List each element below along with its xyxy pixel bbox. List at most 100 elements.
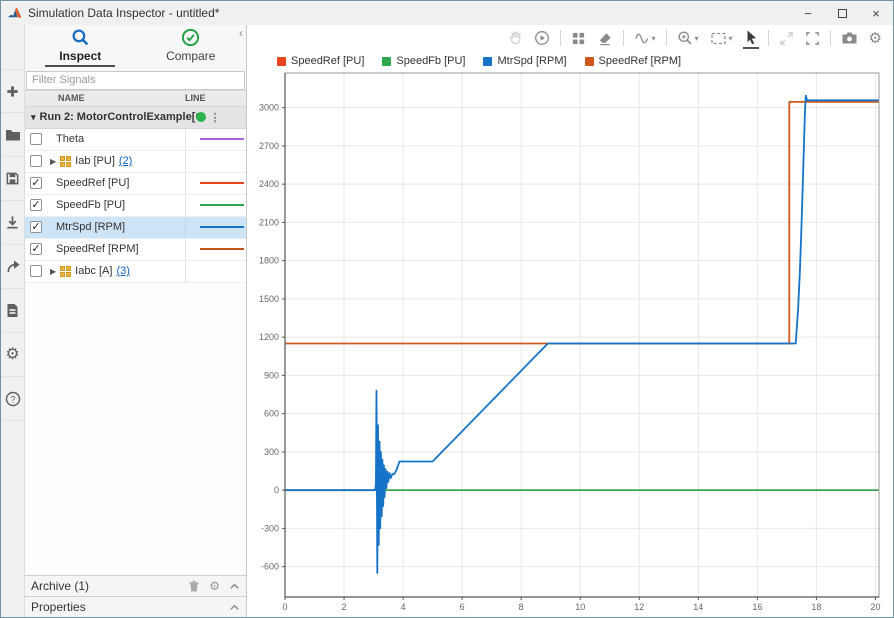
signal-row[interactable]: ✓SpeedFb [PU] <box>25 195 246 217</box>
fit-to-view-button[interactable]: ▾ <box>709 27 734 49</box>
chart-area: -600-30003006009001200150018002100240027… <box>247 71 893 618</box>
run-header-row[interactable]: ▾ Run 2: MotorControlExample[Current ⋮ <box>25 107 246 129</box>
line-style-swatch[interactable] <box>200 182 244 184</box>
y-tick-label: 900 <box>264 370 279 380</box>
signal-options-button[interactable]: ▾ <box>633 27 657 49</box>
filter-signals-input[interactable] <box>26 71 245 90</box>
zoom-tool-button[interactable]: ▾ <box>676 27 700 49</box>
signal-checkbox[interactable] <box>30 133 42 145</box>
camera-icon <box>841 31 858 45</box>
signal-checkbox[interactable] <box>30 265 42 277</box>
table-header: NAME LINE <box>25 90 246 107</box>
line-style-swatch[interactable] <box>200 204 244 206</box>
fullscreen-brackets-icon <box>805 31 820 46</box>
help-button[interactable]: ? <box>1 377 24 421</box>
legend-swatch <box>585 57 594 66</box>
clear-button[interactable] <box>596 27 614 49</box>
expand-arrow-icon[interactable]: ▶ <box>50 267 56 276</box>
properties-chevron-up-icon[interactable] <box>229 603 240 611</box>
signal-checkbox[interactable]: ✓ <box>30 243 42 255</box>
legend-item[interactable]: SpeedFb [PU] <box>382 55 465 67</box>
signal-row[interactable]: ▶Iabc [A](3) <box>25 261 246 283</box>
add-button[interactable] <box>1 69 24 113</box>
play-circle-icon <box>534 30 550 46</box>
x-tick-label: 16 <box>752 602 762 612</box>
open-button[interactable] <box>1 113 24 157</box>
run-status-dot <box>196 112 206 122</box>
legend-label: SpeedRef [PU] <box>291 55 364 67</box>
save-icon <box>5 171 20 186</box>
hand-icon <box>508 30 523 46</box>
signal-checkbox[interactable]: ✓ <box>30 177 42 189</box>
maximize-button[interactable] <box>825 1 859 25</box>
x-tick-label: 8 <box>519 602 524 612</box>
trash-icon[interactable] <box>188 580 200 593</box>
preferences-button[interactable]: ⚙ <box>1 333 24 377</box>
plot-canvas[interactable]: -600-30003006009001200150018002100240027… <box>247 71 891 617</box>
y-tick-label: -300 <box>261 523 279 533</box>
signal-checkbox[interactable] <box>30 155 42 167</box>
signal-row[interactable]: ✓MtrSpd [RPM] <box>25 217 246 239</box>
legend-swatch <box>382 57 391 66</box>
zoom-magnifier-icon <box>677 30 693 46</box>
pointer-tool-button[interactable] <box>743 27 759 49</box>
signal-row[interactable]: Theta <box>25 129 246 151</box>
archive-bar[interactable]: Archive (1) ⚙ <box>25 575 246 596</box>
properties-bar[interactable]: Properties <box>25 596 246 617</box>
replay-button[interactable] <box>533 27 551 49</box>
tab-compare[interactable]: Compare <box>136 28 247 69</box>
folder-icon <box>5 128 21 142</box>
y-tick-label: 0 <box>274 485 279 495</box>
signal-checkbox[interactable]: ✓ <box>30 221 42 233</box>
x-tick-label: 2 <box>342 602 347 612</box>
settings-button[interactable]: ⚙ <box>868 27 883 49</box>
expand-button[interactable] <box>778 27 795 49</box>
pan-tool-button[interactable] <box>507 27 524 49</box>
y-tick-label: 2400 <box>259 179 279 189</box>
save-button[interactable] <box>1 157 24 201</box>
snapshot-button[interactable] <box>840 27 859 49</box>
line-style-swatch[interactable] <box>200 226 244 228</box>
signal-row[interactable]: ✓SpeedRef [PU] <box>25 173 246 195</box>
minimize-button[interactable]: − <box>791 1 825 25</box>
run-collapse-arrow[interactable]: ▾ <box>31 112 36 123</box>
x-tick-label: 14 <box>693 602 703 612</box>
fullscreen-button[interactable] <box>804 27 821 49</box>
archive-gear-icon[interactable]: ⚙ <box>209 579 220 593</box>
y-tick-label: 1500 <box>259 294 279 304</box>
window-title: Simulation Data Inspector - untitled* <box>28 6 219 20</box>
layout-button[interactable] <box>570 27 587 49</box>
diagonal-arrows-icon <box>779 31 794 46</box>
signal-count-link[interactable]: (3) <box>116 265 129 277</box>
run-label: Run 2: MotorControlExample[Current <box>40 111 198 123</box>
run-menu-button[interactable]: ⋮ <box>210 111 221 124</box>
chevron-down-icon: ▾ <box>695 34 699 43</box>
collapse-panel-button[interactable]: ‹ <box>239 27 243 39</box>
line-style-swatch[interactable] <box>200 138 244 140</box>
y-tick-label: 3000 <box>259 103 279 113</box>
import-button[interactable] <box>1 201 24 245</box>
close-button[interactable]: × <box>859 1 893 25</box>
legend-item[interactable]: SpeedRef [PU] <box>277 55 364 67</box>
export-button[interactable] <box>1 245 24 289</box>
svg-text:?: ? <box>10 394 15 404</box>
signal-name: Iab [PU] <box>75 155 115 167</box>
legend-label: SpeedFb [PU] <box>396 55 465 67</box>
y-tick-label: -600 <box>261 562 279 572</box>
legend-swatch <box>277 57 286 66</box>
signal-count-link[interactable]: (2) <box>119 155 132 167</box>
signal-row[interactable]: ▶ Iab [PU] (2) <box>25 151 246 173</box>
archive-chevron-up-icon[interactable] <box>229 582 240 590</box>
y-tick-label: 2700 <box>259 141 279 151</box>
tab-inspect[interactable]: Inspect <box>25 28 136 69</box>
legend-item[interactable]: MtrSpd [RPM] <box>483 55 566 67</box>
create-report-button[interactable] <box>1 289 24 333</box>
expand-arrow-icon[interactable]: ▶ <box>50 157 56 166</box>
legend-item[interactable]: SpeedRef [RPM] <box>585 55 682 67</box>
line-style-swatch[interactable] <box>200 248 244 250</box>
signal-checkbox[interactable]: ✓ <box>30 199 42 211</box>
layout-grid-icon <box>571 31 586 46</box>
chart-legend: SpeedRef [PU] SpeedFb [PU] MtrSpd [RPM] Spe… <box>247 51 893 71</box>
signal-row[interactable]: ✓SpeedRef [RPM] <box>25 239 246 261</box>
compare-check-icon <box>181 28 200 47</box>
